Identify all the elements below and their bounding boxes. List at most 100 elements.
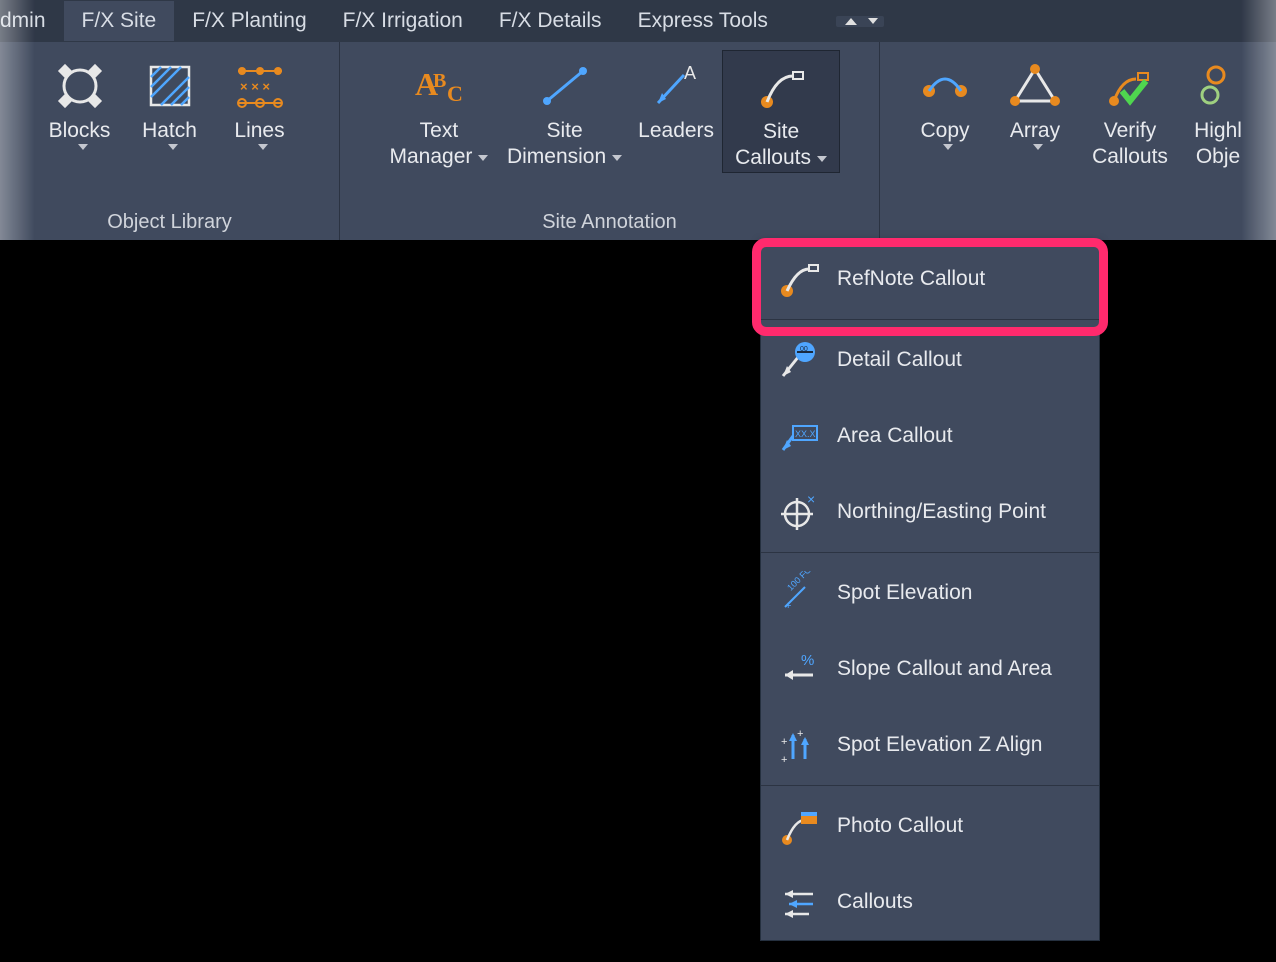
verify-callouts-label-1: Verify [1104, 118, 1157, 144]
blocks-icon [50, 56, 110, 116]
svg-text:+: + [785, 600, 791, 612]
dd-item-spot-elevation[interactable]: + 100 FG Spot Elevation [761, 555, 1099, 631]
blocks-label: Blocks [49, 118, 111, 144]
dd-separator [761, 785, 1099, 786]
copy-button[interactable]: Copy [900, 50, 990, 150]
ribbon-minimize-control[interactable] [836, 16, 884, 27]
panel-label-object-library: Object Library [107, 207, 232, 240]
minimize-dropdown-icon [868, 18, 878, 24]
site-dimension-label-1: Site [546, 118, 582, 144]
slope-callout-icon: % [775, 645, 823, 693]
dropdown-icon [943, 144, 953, 150]
verify-callouts-icon [1100, 56, 1160, 116]
site-dimension-label-2: Dimension [507, 145, 606, 168]
tab-fx-planting[interactable]: F/X Planting [174, 1, 324, 41]
site-callouts-icon [751, 57, 811, 117]
array-icon [1005, 56, 1065, 116]
callouts-icon [775, 878, 823, 926]
svg-text:+: + [781, 754, 787, 766]
svg-text:XX.X: XX.X [795, 429, 816, 439]
svg-text:A: A [684, 63, 696, 83]
site-callouts-label-2: Callouts [735, 146, 811, 169]
dd-item-detail-callout[interactable]: 00 Detail Callout [761, 322, 1099, 398]
dd-item-callouts[interactable]: Callouts [761, 864, 1099, 940]
svg-text:%: % [801, 652, 814, 669]
highlight-icon [1188, 56, 1248, 116]
verify-callouts-label-2: Callouts [1092, 144, 1168, 170]
dropdown-icon [78, 144, 88, 150]
svg-text:×: × [807, 491, 815, 507]
copy-label: Copy [920, 118, 969, 144]
blocks-button[interactable]: Blocks [35, 50, 125, 150]
copy-icon [915, 56, 975, 116]
dd-item-photo-callout[interactable]: Photo Callout [761, 788, 1099, 864]
dd-item-area-callout[interactable]: XX.X Area Callout [761, 398, 1099, 474]
svg-text:× × ×: × × × [240, 79, 270, 94]
dropdown-icon [258, 144, 268, 150]
array-button[interactable]: Array [990, 50, 1080, 150]
leaders-label: Leaders [638, 118, 714, 144]
svg-text:B: B [433, 70, 446, 92]
text-manager-icon: A B C [409, 56, 469, 116]
refnote-callout-icon [775, 255, 823, 303]
dd-item-spot-z-align[interactable]: + + + Spot Elevation Z Align [761, 707, 1099, 783]
site-callouts-label-1: Site [763, 119, 799, 145]
dd-item-refnote-callout[interactable]: RefNote Callout [761, 241, 1099, 317]
spot-elevation-icon: + 100 FG [775, 569, 823, 617]
spot-z-align-icon: + + + [775, 721, 823, 769]
dropdown-icon [168, 144, 178, 150]
ribbon-tabbar: dmin F/X Site F/X Planting F/X Irrigatio… [0, 0, 1276, 42]
highlight-object-button[interactable]: Highl Obje [1180, 50, 1256, 171]
tab-fx-irrigation[interactable]: F/X Irrigation [325, 1, 481, 41]
tab-express-tools[interactable]: Express Tools [620, 1, 786, 41]
site-dimension-button[interactable]: Site Dimension [499, 50, 630, 171]
hatch-icon [140, 56, 200, 116]
array-label: Array [1010, 118, 1060, 144]
panel-label-site-annotation: Site Annotation [542, 207, 677, 240]
ribbon-row: Blocks H [0, 42, 1276, 240]
dd-item-northing-easting[interactable]: × Northing/Easting Point [761, 474, 1099, 550]
dropdown-icon [1033, 144, 1043, 150]
dd-item-slope-callout[interactable]: % Slope Callout and Area [761, 631, 1099, 707]
dd-label: Photo Callout [837, 814, 963, 838]
highlight-label-1: Highl [1194, 118, 1242, 144]
dd-separator [761, 552, 1099, 553]
hatch-button[interactable]: Hatch [125, 50, 215, 150]
svg-text:00: 00 [800, 346, 808, 353]
dd-label: Northing/Easting Point [837, 500, 1046, 524]
dd-label: Slope Callout and Area [837, 657, 1052, 681]
svg-text:+: + [797, 728, 803, 740]
verify-callouts-button[interactable]: Verify Callouts [1080, 50, 1180, 171]
highlight-label-2: Obje [1196, 144, 1240, 170]
dd-separator [761, 319, 1099, 320]
tab-fx-site[interactable]: F/X Site [64, 1, 175, 41]
dd-label: Spot Elevation [837, 581, 972, 605]
photo-callout-icon [775, 802, 823, 850]
panel-label-tools [1075, 207, 1081, 240]
dd-label: RefNote Callout [837, 267, 985, 291]
site-dimension-icon [535, 56, 595, 116]
leaders-icon: A [646, 56, 706, 116]
site-callouts-dropdown: RefNote Callout 00 Detail Callout [760, 240, 1100, 941]
leaders-button[interactable]: A Leaders [630, 50, 722, 144]
dd-label: Area Callout [837, 424, 953, 448]
lines-button[interactable]: × × × Lines [215, 50, 305, 150]
text-manager-label-2: Manager [389, 145, 472, 168]
lines-label: Lines [234, 118, 284, 144]
dropdown-icon [478, 155, 488, 161]
svg-text:C: C [447, 81, 463, 106]
minimize-up-icon [845, 18, 857, 25]
dd-label: Detail Callout [837, 348, 962, 372]
svg-text:100 FG: 100 FG [785, 571, 813, 593]
text-manager-button[interactable]: A B C Text Manager [379, 50, 499, 171]
dropdown-icon [817, 156, 827, 162]
hatch-label: Hatch [142, 118, 197, 144]
area-callout-icon: XX.X [775, 412, 823, 460]
tab-admin[interactable]: dmin [0, 1, 64, 41]
dropdown-icon [612, 155, 622, 161]
tab-fx-details[interactable]: F/X Details [481, 1, 620, 41]
text-manager-label-1: Text [420, 118, 459, 144]
site-callouts-button[interactable]: Site Callouts [722, 50, 840, 173]
northing-easting-icon: × [775, 488, 823, 536]
lines-icon: × × × [230, 56, 290, 116]
